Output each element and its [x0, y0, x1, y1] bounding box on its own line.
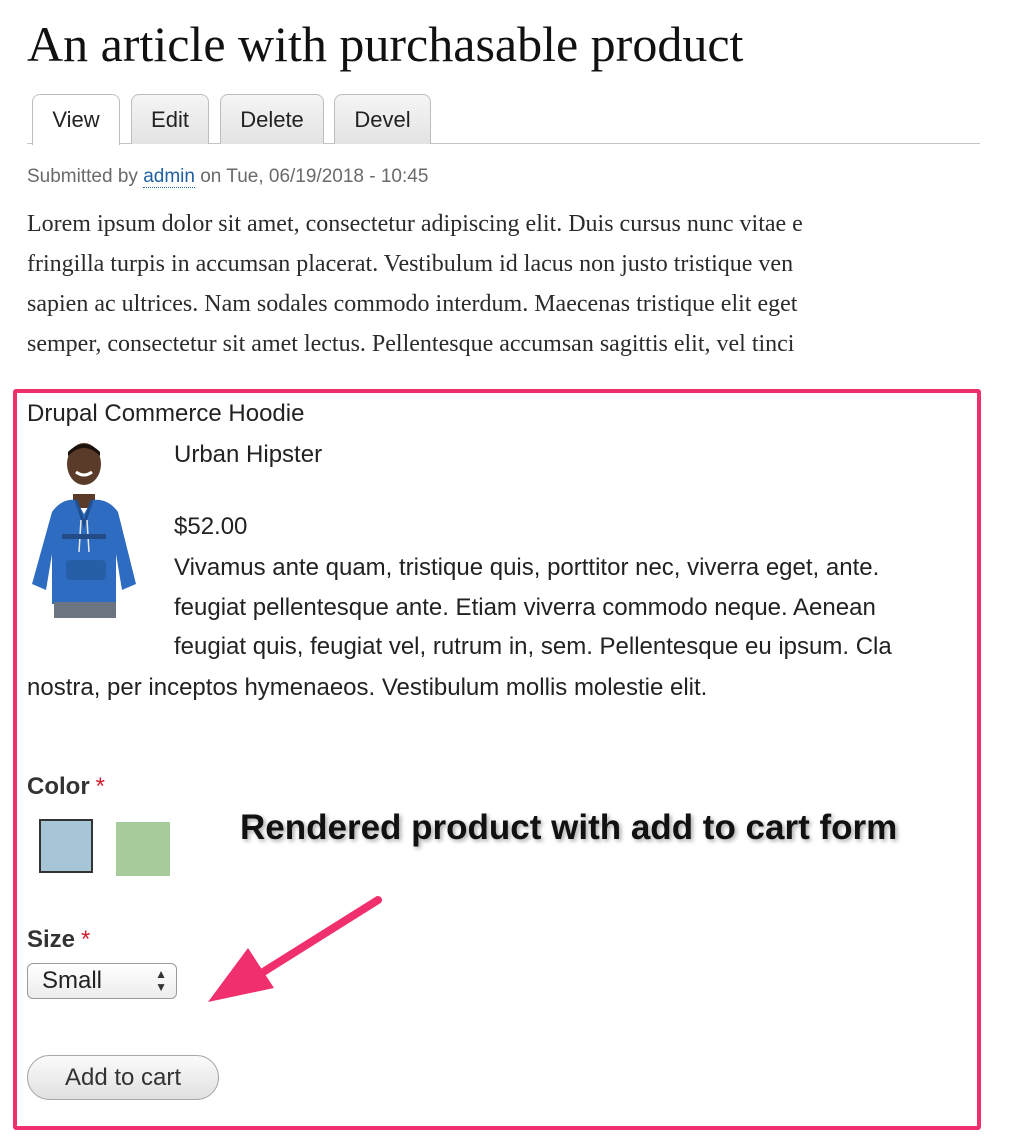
color-label-text: Color — [27, 773, 90, 800]
tab-edit[interactable]: Edit — [131, 94, 209, 144]
size-label: Size * — [27, 926, 90, 954]
product-brand: Urban Hipster — [174, 441, 323, 468]
required-marker: * — [81, 926, 91, 953]
article-body: Lorem ipsum dolor sit amet, consectetur … — [27, 204, 980, 364]
annotation-arrow-icon — [208, 896, 382, 1002]
tabs: View Edit Delete Devel — [27, 94, 980, 145]
body-line: fringilla turpis in accumsan placerat. V… — [27, 251, 794, 277]
tab-devel[interactable]: Devel — [334, 94, 431, 144]
submitted-date: on Tue, 06/19/2018 - 10:45 — [200, 166, 429, 187]
select-arrows-icon: ▲ ▼ — [155, 967, 167, 994]
author-link[interactable]: admin — [143, 166, 195, 188]
body-line: semper, consectetur sit amet lectus. Pel… — [27, 331, 795, 357]
body-line: Lorem ipsum dolor sit amet, consectetur … — [27, 211, 803, 237]
size-select[interactable]: Small ▲ ▼ — [27, 963, 177, 999]
submitted-prefix: Submitted by — [27, 166, 138, 187]
product-description-line: nostra, per inceptos hymenaeos. Vestibul… — [27, 674, 708, 701]
product-description-line: feugiat pellentesque ante. Etiam viverra… — [174, 594, 876, 621]
product-description-line: Vivamus ante quam, tristique quis, portt… — [174, 554, 880, 581]
annotation-caption: Rendered product with add to cart form — [240, 808, 898, 847]
size-label-text: Size — [27, 926, 76, 953]
tab-delete[interactable]: Delete — [220, 94, 324, 144]
color-swatch-light-green[interactable] — [116, 822, 170, 876]
submitted-by: Submitted by admin on Tue, 06/19/2018 - … — [27, 166, 428, 188]
required-marker: * — [95, 773, 106, 800]
product-description-line: feugiat quis, feugiat vel, rutrum in, se… — [174, 633, 892, 660]
annotation-highlight-box — [13, 389, 981, 1130]
color-label: Color * — [27, 773, 105, 801]
page-title: An article with purchasable product — [27, 16, 744, 72]
tab-view[interactable]: View — [32, 94, 120, 145]
product-price: $52.00 — [174, 513, 248, 540]
product-image — [32, 434, 142, 618]
product-title: Drupal Commerce Hoodie — [27, 400, 305, 427]
body-line: sapien ac ultrices. Nam sodales commodo … — [27, 291, 798, 317]
color-swatch-light-blue[interactable] — [39, 819, 93, 873]
add-to-cart-button[interactable]: Add to cart — [27, 1055, 219, 1100]
size-select-value: Small — [42, 967, 103, 994]
